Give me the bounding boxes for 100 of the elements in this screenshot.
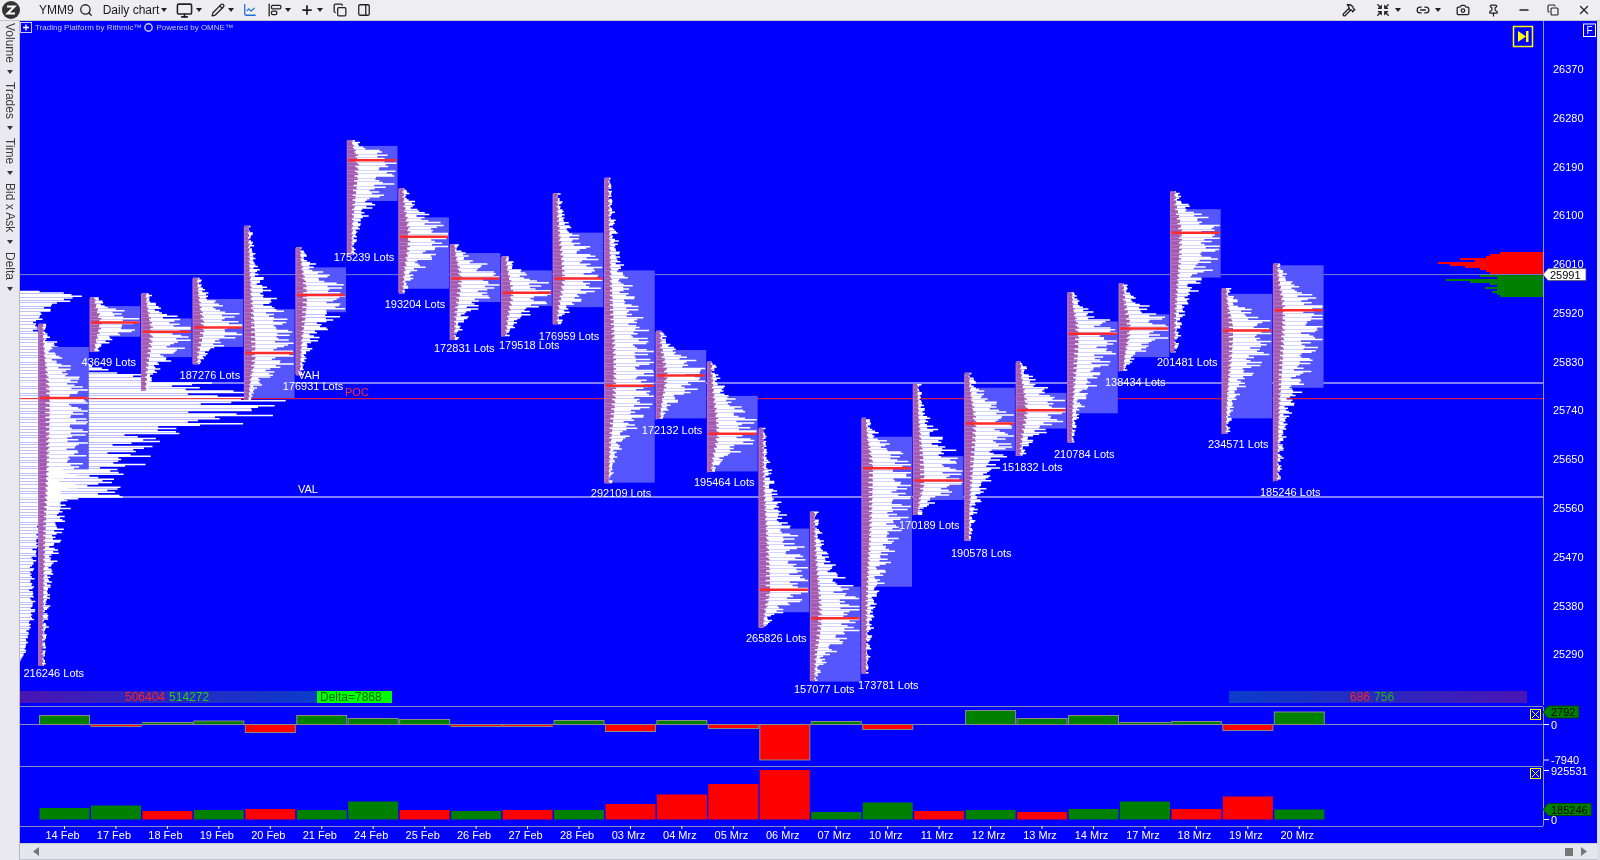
price-tick-label: 25740 (1553, 404, 1584, 417)
vah-label: VAH (298, 368, 320, 381)
last-value-label: 2792 (1542, 705, 1580, 719)
price-tick-label: 25830 (1553, 355, 1584, 368)
delta-total: Delta=7868 (317, 691, 392, 703)
lots-label: 173781 Lots (858, 678, 919, 691)
lots-label: 185246 Lots (1260, 485, 1321, 498)
scrollbar[interactable] (20, 843, 1597, 859)
caret-icon[interactable] (285, 8, 292, 12)
tools-icon[interactable] (1342, 3, 1356, 17)
date-label: 13 Mrz (1023, 828, 1057, 841)
caret-icon[interactable] (6, 239, 13, 244)
lots-label: 176931 Lots (282, 379, 344, 392)
window-icon[interactable] (333, 3, 348, 17)
price-tick-label: 26190 (1553, 160, 1584, 173)
date-label: 28 Feb (559, 828, 595, 841)
price-tick-label: 26370 (1553, 63, 1584, 75)
side-tab[interactable]: Delta (2, 251, 17, 291)
date-label: 24 Feb (354, 828, 389, 841)
plus-icon[interactable] (300, 3, 315, 17)
price-tick-label: 25650 (1553, 453, 1584, 466)
side-tab[interactable]: Time (2, 137, 17, 176)
axis-scale-label: 0 (1551, 718, 1558, 731)
price-tick-label: 25380 (1553, 599, 1584, 612)
lots-label: 265826 Lots (746, 631, 807, 644)
platform-credit: Trading Platform by Rithmic™ (35, 22, 142, 33)
search-icon[interactable] (78, 3, 93, 17)
close-box-icon[interactable] (1530, 768, 1541, 779)
sell-volume-value: 506404 (125, 691, 166, 703)
scale-button[interactable]: F (1583, 23, 1596, 37)
date-label: 03 Mrz (611, 828, 646, 841)
lots-label: 179518 Lots (499, 339, 560, 351)
plus-box-icon[interactable] (20, 22, 32, 33)
shrink-icon[interactable] (1376, 3, 1390, 17)
lots-label: 172831 Lots (434, 342, 495, 354)
price-tick-label: 26100 (1553, 209, 1584, 222)
pin-icon[interactable] (1487, 3, 1500, 17)
lots-label: 195464 Lots (693, 475, 755, 488)
date-label: 25 Feb (405, 828, 440, 841)
side-tab[interactable]: Volume (2, 23, 17, 75)
align-left-icon[interactable] (268, 3, 283, 17)
date-label: 27 Feb (508, 828, 543, 841)
date-label: 17 Feb (96, 828, 132, 841)
skip-to-end-icon[interactable] (1512, 25, 1534, 48)
close-icon[interactable] (1577, 3, 1591, 17)
val-label: VAL (298, 483, 318, 495)
caret-icon[interactable] (228, 8, 235, 12)
powered-by-credit: Powered by OMNE™ (156, 22, 233, 33)
price-tick-label: 25920 (1553, 306, 1584, 319)
date-label: 21 Feb (302, 828, 337, 841)
lots-label: 176959 Lots (538, 329, 600, 342)
date-label: 20 Feb (251, 828, 286, 841)
date-label: 14 Mrz (1074, 828, 1109, 841)
caret-icon[interactable] (6, 125, 13, 130)
date-label: 04 Mrz (663, 828, 697, 841)
lots-label: 157077 Lots (794, 682, 855, 695)
caret-icon[interactable] (6, 171, 13, 176)
caret-icon[interactable] (6, 286, 13, 291)
pencil-icon[interactable] (211, 3, 226, 17)
caret-icon[interactable] (161, 8, 168, 12)
caret-icon[interactable] (196, 8, 203, 12)
price-tick-label: 25560 (1553, 502, 1584, 514)
price-tick-label: 25470 (1553, 550, 1584, 563)
scroll-left-icon[interactable] (33, 847, 39, 856)
date-label: 10 Mrz (868, 828, 903, 841)
monitor-icon[interactable] (176, 1, 194, 19)
caret-icon[interactable] (1435, 8, 1441, 12)
buy-volume-value: 514272 (169, 691, 210, 703)
symbol-name[interactable]: YMM9 (39, 3, 74, 17)
period-dropdown[interactable]: Daily chart (102, 3, 168, 17)
logo-icon[interactable] (2, 1, 20, 19)
date-label: 17 Mrz (1126, 828, 1160, 841)
date-label: 12 Mrz (971, 828, 1006, 841)
caret-icon[interactable] (6, 70, 13, 75)
caret-icon[interactable] (1395, 8, 1401, 12)
close-box-icon[interactable] (1530, 709, 1541, 720)
scroll-right-icon[interactable] (1581, 847, 1587, 856)
side-tab[interactable]: Bid x Ask (2, 183, 17, 244)
lots-label: 172132 Lots (641, 423, 703, 436)
lots-label: 210784 Lots (1054, 448, 1115, 460)
square-icon[interactable] (1565, 847, 1573, 856)
line-chart-icon[interactable] (243, 3, 258, 17)
lots-label: 193204 Lots (384, 298, 446, 310)
lots-label: 292109 Lots (590, 486, 652, 499)
lots-label: 151832 Lots (1002, 461, 1063, 474)
lots-label: 216246 Lots (23, 666, 85, 679)
restore-icon[interactable] (1547, 4, 1559, 16)
date-label: 05 Mrz (714, 828, 749, 841)
camera-icon[interactable] (1456, 3, 1470, 17)
date-label: 19 Feb (199, 828, 234, 841)
last-value-label: 185246 (1542, 803, 1592, 816)
date-label: 20 Mrz (1280, 828, 1315, 841)
lots-label: 43649 Lots (81, 356, 137, 368)
caret-icon[interactable] (317, 8, 324, 12)
date-label: 07 Mrz (817, 828, 852, 841)
link-icon[interactable] (1416, 3, 1430, 17)
price-tick-label: 25290 (1553, 648, 1584, 661)
panel-icon[interactable] (357, 3, 372, 17)
side-tab[interactable]: Trades (2, 82, 17, 130)
lots-label: 138434 Lots (1105, 375, 1166, 388)
